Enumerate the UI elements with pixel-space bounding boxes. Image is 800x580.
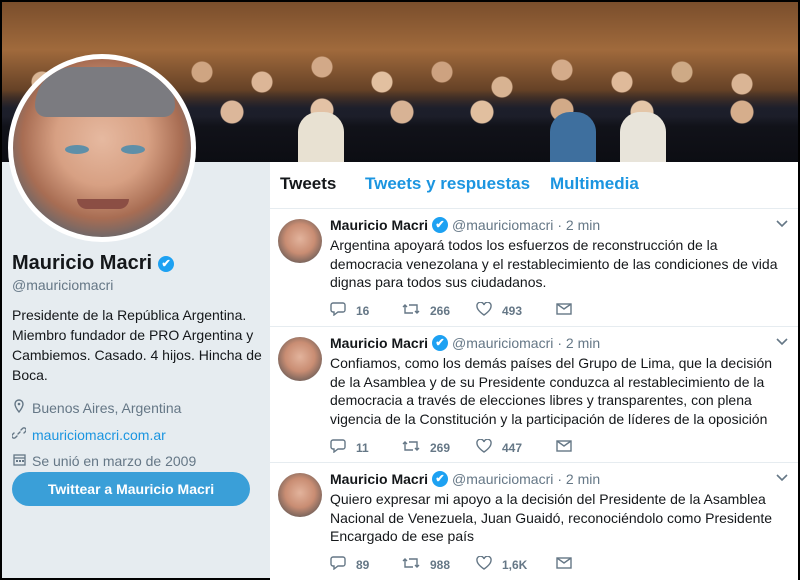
envelope-icon <box>556 439 572 456</box>
tweet-author-handle[interactable]: @mauriciomacri <box>452 335 553 351</box>
tweet-item[interactable]: Mauricio Macri ✔ @mauriciomacri · 2 min … <box>270 208 798 326</box>
reply-button[interactable]: 16 <box>330 301 402 320</box>
profile-bio: Presidente de la República Argentina. Mi… <box>12 307 262 383</box>
direct-message-button[interactable] <box>556 439 572 456</box>
tweet-text: Confiamos, como los demás países del Gru… <box>330 355 773 427</box>
heart-icon <box>476 301 492 320</box>
retweet-icon <box>402 302 420 320</box>
profile-website-link[interactable]: mauriciomacri.com.ar <box>32 427 166 443</box>
like-button[interactable]: 493 <box>476 301 556 320</box>
tab-media[interactable]: Multimedia <box>550 174 639 194</box>
tweet-author-handle[interactable]: @mauriciomacri <box>452 471 553 487</box>
reply-icon <box>330 301 346 320</box>
banner-gown <box>620 112 666 162</box>
avatar-mouth <box>77 199 129 209</box>
tweet-item[interactable]: Mauricio Macri ✔ @mauriciomacri · 2 min … <box>270 326 798 462</box>
retweet-count: 266 <box>430 303 451 318</box>
tweet-timestamp[interactable]: · 2 min <box>557 217 600 233</box>
tweet-text: Quiero expresar mi apoyo a la decisión d… <box>330 491 773 544</box>
retweet-button[interactable]: 988 <box>402 556 476 574</box>
profile-location: Buenos Aires, Argentina <box>32 399 182 416</box>
avatar-eye <box>121 145 145 154</box>
heart-icon <box>476 555 492 574</box>
verified-icon: ✔ <box>432 335 449 351</box>
tab-tweets[interactable]: Tweets <box>280 174 336 194</box>
tweet-actions: 11 269 447 <box>330 438 572 457</box>
heart-icon <box>476 438 492 457</box>
profile-avatar[interactable] <box>8 54 196 242</box>
like-button[interactable]: 447 <box>476 438 556 457</box>
verified-icon: ✔ <box>432 471 449 487</box>
pin-icon <box>12 399 26 416</box>
reply-count: 11 <box>356 440 369 455</box>
verified-icon: ✔ <box>158 255 175 272</box>
tweet-avatar[interactable] <box>278 219 322 263</box>
chevron-down-icon[interactable] <box>776 469 788 485</box>
profile-tabs: Tweets Tweets y respuestas Multimedia <box>270 162 798 208</box>
tweet-author-name[interactable]: Mauricio Macri <box>330 471 428 487</box>
retweet-count: 988 <box>430 557 451 572</box>
chevron-down-icon[interactable] <box>776 215 788 231</box>
tweet-avatar[interactable] <box>278 337 322 381</box>
profile-name-row: Mauricio Macri ✔ <box>12 252 262 275</box>
tweet-author-name[interactable]: Mauricio Macri <box>330 217 428 233</box>
profile-location-row: Buenos Aires, Argentina <box>12 399 262 416</box>
like-button[interactable]: 1,6K <box>476 555 556 574</box>
envelope-icon <box>556 556 572 573</box>
like-count: 493 <box>502 303 523 318</box>
banner-gown <box>298 112 344 162</box>
like-count: 1,6K <box>502 557 528 572</box>
tweet-header: Mauricio Macri ✔ @mauriciomacri · 2 min <box>330 217 600 233</box>
direct-message-button[interactable] <box>556 302 572 319</box>
reply-icon <box>330 555 346 574</box>
envelope-icon <box>556 302 572 319</box>
tweet-timestamp[interactable]: · 2 min <box>557 471 600 487</box>
retweet-icon <box>402 439 420 457</box>
profile-card: Mauricio Macri ✔ @mauriciomacri Presiden… <box>11 252 262 469</box>
reply-button[interactable]: 11 <box>330 438 402 457</box>
chevron-down-icon[interactable] <box>776 333 788 349</box>
tweet-timeline: Mauricio Macri ✔ @mauriciomacri · 2 min … <box>270 208 798 580</box>
profile-handle[interactable]: @mauriciomacri <box>12 277 262 293</box>
tweet-timestamp[interactable]: · 2 min <box>557 335 600 351</box>
avatar-hair <box>35 67 175 117</box>
profile-name[interactable]: Mauricio Macri <box>12 252 152 275</box>
profile-website-row: mauriciomacri.com.ar <box>11 426 262 443</box>
profile-joined-row: Se unió en marzo de 2009 <box>12 453 262 469</box>
calendar-icon <box>12 453 26 469</box>
reply-button[interactable]: 89 <box>330 555 402 574</box>
tweet-author-handle[interactable]: @mauriciomacri <box>452 217 553 233</box>
reply-icon <box>330 438 346 457</box>
tweet-text: Argentina apoyará todos los esfuerzos de… <box>330 237 778 290</box>
retweet-button[interactable]: 269 <box>402 439 476 457</box>
link-icon <box>11 426 27 443</box>
tweet-avatar[interactable] <box>278 473 322 517</box>
direct-message-button[interactable] <box>556 556 572 573</box>
tweet-header: Mauricio Macri ✔ @mauriciomacri · 2 min <box>330 335 600 351</box>
reply-count: 16 <box>356 303 370 318</box>
retweet-button[interactable]: 266 <box>402 302 476 320</box>
tweet-item[interactable]: Mauricio Macri ✔ @mauriciomacri · 2 min … <box>270 462 798 580</box>
tab-tweets-and-replies[interactable]: Tweets y respuestas <box>365 174 530 194</box>
reply-count: 89 <box>356 557 370 572</box>
tweet-header: Mauricio Macri ✔ @mauriciomacri · 2 min <box>330 471 600 487</box>
avatar-eye <box>65 145 89 154</box>
verified-icon: ✔ <box>432 217 449 233</box>
tweet-to-button[interactable]: Twittear a Mauricio Macri <box>12 472 250 506</box>
banner-gown <box>550 112 596 162</box>
retweet-icon <box>402 556 420 574</box>
profile-joined: Se unió en marzo de 2009 <box>32 453 197 469</box>
like-count: 447 <box>502 440 523 455</box>
tweet-author-name[interactable]: Mauricio Macri <box>330 335 428 351</box>
retweet-count: 269 <box>430 440 451 455</box>
tweet-actions: 16 266 493 <box>330 301 572 320</box>
tweet-actions: 89 988 1,6K <box>330 555 572 574</box>
